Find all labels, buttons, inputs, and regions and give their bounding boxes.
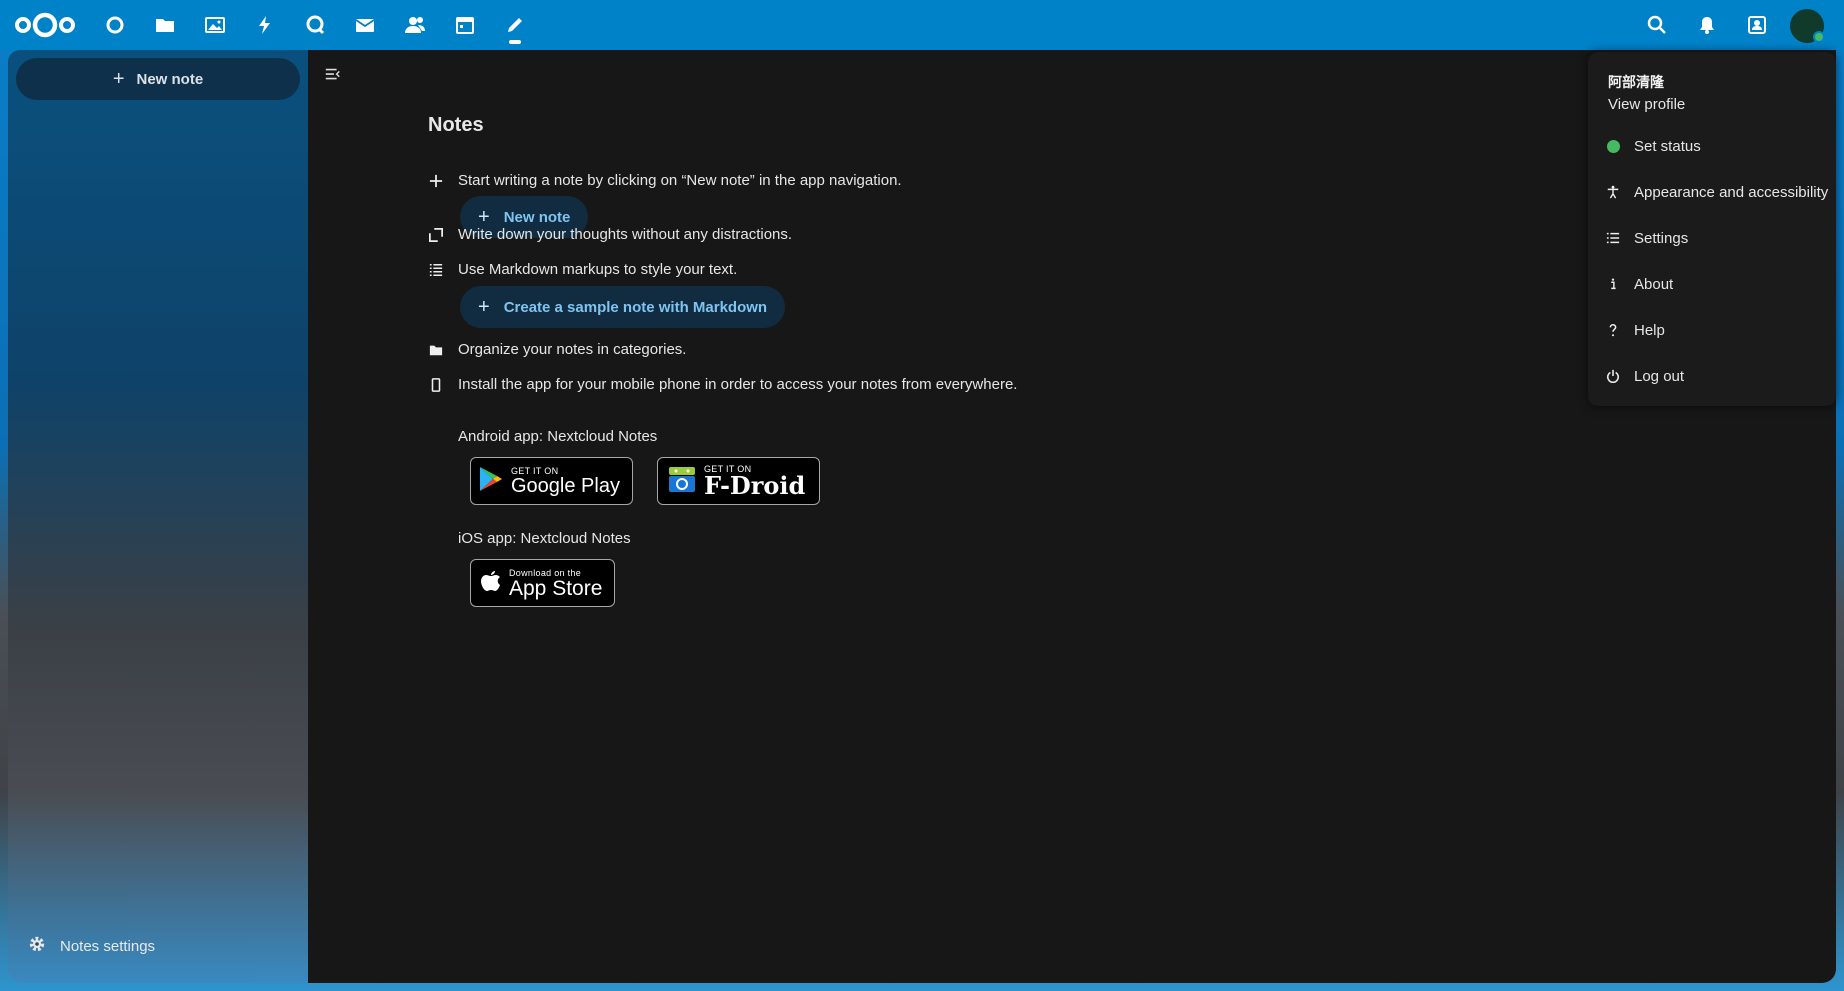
nextcloud-logo-icon[interactable] xyxy=(14,10,76,40)
intro-line-categories: Organize your notes in categories. xyxy=(428,341,686,358)
page-title: Notes xyxy=(428,114,484,136)
intro-line-distraction-free: Write down your thoughts without any dis… xyxy=(428,226,792,243)
mail-icon[interactable] xyxy=(350,10,380,40)
info-icon xyxy=(1604,275,1622,293)
dashboard-icon[interactable] xyxy=(100,10,130,40)
menu-item-about[interactable]: About xyxy=(1604,272,1673,296)
view-profile-link[interactable]: View profile xyxy=(1608,96,1685,113)
menu-item-label: Help xyxy=(1634,321,1665,339)
status-badge xyxy=(1813,31,1825,43)
f-droid-icon xyxy=(668,465,696,498)
plus-icon: + xyxy=(112,68,125,90)
android-app-label: Android app: Nextcloud Notes xyxy=(458,428,658,445)
contacts-icon[interactable] xyxy=(400,10,430,40)
intro-text: Organize your notes in categories. xyxy=(458,341,687,358)
notes-settings-button[interactable]: Notes settings xyxy=(28,934,155,958)
search-icon[interactable] xyxy=(1642,10,1672,40)
menu-item-label: About xyxy=(1634,275,1674,293)
notes-settings-label: Notes settings xyxy=(60,937,156,955)
app-store-badge[interactable]: Download on the App Store xyxy=(470,559,615,607)
menu-item-label: Log out xyxy=(1634,367,1685,385)
intro-text: Start writing a note by clicking on “New… xyxy=(458,172,902,189)
settings-list-icon xyxy=(1604,229,1622,247)
menu-item-help[interactable]: Help xyxy=(1604,318,1665,342)
cellphone-icon xyxy=(428,377,444,393)
menu-username: 阿部清隆 xyxy=(1608,74,1664,90)
accessibility-icon xyxy=(1604,183,1622,201)
gear-icon xyxy=(28,935,46,957)
menu-item-set-status[interactable]: Set status xyxy=(1604,134,1701,158)
plus-icon xyxy=(428,173,444,189)
contacts-menu-icon[interactable] xyxy=(1742,10,1772,40)
menu-item-label: Set status xyxy=(1634,137,1701,155)
app-store-small-text: Download on the xyxy=(509,567,582,578)
f-droid-badge[interactable]: GET IT ON F-Droid xyxy=(657,457,820,505)
menu-item-label: Appearance and accessibility xyxy=(1634,183,1829,201)
create-sample-note-button[interactable]: + Create a sample note with Markdown xyxy=(460,286,786,328)
new-note-label: New note xyxy=(136,70,204,88)
help-icon xyxy=(1604,321,1622,339)
intro-line-markdown: Use Markdown markups to style your text. xyxy=(428,261,737,278)
photos-icon[interactable] xyxy=(200,10,230,40)
menu-item-appearance[interactable]: Appearance and accessibility xyxy=(1604,180,1828,204)
fullscreen-icon xyxy=(428,227,444,243)
intro-line-new-note: Start writing a note by clicking on “New… xyxy=(428,172,902,189)
online-status-icon xyxy=(1604,137,1622,155)
files-icon[interactable] xyxy=(150,10,180,40)
activity-icon[interactable] xyxy=(250,10,280,40)
menu-item-settings[interactable]: Settings xyxy=(1604,226,1688,250)
power-icon xyxy=(1604,367,1622,385)
intro-text: Use Markdown markups to style your text. xyxy=(458,261,738,278)
sidebar-new-note-button[interactable]: + New note xyxy=(16,58,300,100)
intro-text: Write down your thoughts without any dis… xyxy=(458,226,793,243)
menu-item-log-out[interactable]: Log out xyxy=(1604,364,1684,388)
user-menu-dropdown: 阿部清隆 View profile Set status Appearance … xyxy=(1588,52,1836,406)
app-window: + New note Notes settings Notes Start wr… xyxy=(8,50,1836,983)
notifications-icon[interactable] xyxy=(1692,10,1722,40)
menu-item-label: Settings xyxy=(1634,229,1689,247)
talk-icon[interactable] xyxy=(300,10,330,40)
app-navigation: + New note Notes settings xyxy=(8,50,308,983)
create-sample-note-label: Create a sample note with Markdown xyxy=(503,298,768,316)
active-app-indicator xyxy=(509,40,521,44)
folder-icon xyxy=(428,342,444,358)
intro-line-mobile: Install the app for your mobile phone in… xyxy=(428,376,1017,393)
google-play-badge[interactable]: GET IT ON Google Play xyxy=(470,457,633,505)
google-play-big-text: Google Play xyxy=(511,475,620,497)
toggle-navigation-icon[interactable] xyxy=(324,66,344,86)
plus-icon: + xyxy=(478,295,490,318)
app-store-big-text: App Store xyxy=(509,576,603,600)
calendar-icon[interactable] xyxy=(450,10,480,40)
apple-icon xyxy=(481,569,501,598)
google-play-icon xyxy=(479,466,503,497)
top-bar xyxy=(0,0,1844,50)
list-icon xyxy=(428,262,444,278)
ios-app-label: iOS app: Nextcloud Notes xyxy=(458,530,631,547)
notes-icon[interactable] xyxy=(500,10,530,40)
new-note-button-label: New note xyxy=(503,208,571,226)
intro-text: Install the app for your mobile phone in… xyxy=(458,376,1018,393)
f-droid-big-text: F-Droid xyxy=(704,471,806,500)
